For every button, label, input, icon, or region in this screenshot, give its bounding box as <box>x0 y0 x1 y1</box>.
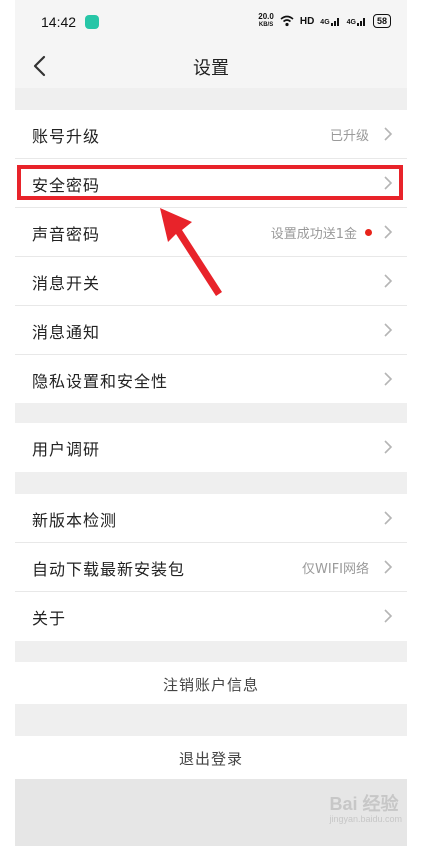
status-indicators: 20.0 KB/S HD 4G 4G 58 <box>258 13 391 29</box>
chevron-right-icon <box>384 176 393 190</box>
settings-item-value: 已升级 <box>329 129 369 144</box>
settings-item-label: 消息开关 <box>32 274 101 293</box>
section-gap <box>15 704 407 736</box>
chevron-right-icon <box>384 440 393 454</box>
settings-item-label: 消息通知 <box>32 323 101 342</box>
settings-item-about[interactable]: 关于 <box>15 592 407 641</box>
signal-2-label: 4G <box>346 19 356 26</box>
settings-item-label: 隐私设置和安全性 <box>32 372 169 391</box>
settings-item-label: 账号升级 <box>32 127 101 146</box>
settings-item-label: 安全密码 <box>32 176 101 195</box>
section-gap <box>15 403 407 423</box>
settings-item-label: 关于 <box>32 609 67 628</box>
network-speed-value: 20.0 <box>258 12 274 21</box>
settings-item-voice-password[interactable]: 声音密码 设置成功送1金 <box>15 208 407 257</box>
cancel-account-button[interactable]: 注销账户信息 <box>15 662 407 704</box>
baidu-watermark: Bai 经验 jingyan.baidu.com <box>329 790 402 824</box>
network-speed-unit: KB/S <box>258 22 274 28</box>
chevron-right-icon <box>384 274 393 288</box>
settings-item-security-password[interactable]: 安全密码 <box>15 159 407 208</box>
settings-group-account: 账号升级 已升级 安全密码 声音密码 设置成功送1金 消息开关 消息通知 隐私设… <box>15 110 407 404</box>
settings-item-message-switch[interactable]: 消息开关 <box>15 257 407 306</box>
settings-item-label: 自动下载最新安装包 <box>32 560 186 579</box>
settings-item-privacy[interactable]: 隐私设置和安全性 <box>15 355 407 404</box>
settings-item-value: 设置成功送1金 <box>270 227 357 242</box>
app-notification-icon <box>85 15 99 29</box>
signal-1-label: 4G <box>320 19 330 26</box>
signal-icon-1: 4G <box>320 16 340 26</box>
red-dot-badge <box>365 229 372 236</box>
settings-item-label: 用户调研 <box>32 440 101 459</box>
chevron-right-icon <box>384 323 393 337</box>
chevron-right-icon <box>384 372 393 386</box>
wifi-icon <box>280 15 294 27</box>
settings-group-app: 新版本检测 自动下载最新安装包 仅WIFI网络 关于 <box>15 494 407 641</box>
section-gap <box>15 641 407 662</box>
settings-group-research: 用户调研 <box>15 423 407 472</box>
settings-item-label: 新版本检测 <box>32 511 118 530</box>
chevron-right-icon <box>384 225 393 239</box>
nav-bar: 设置 <box>15 44 407 88</box>
chevron-right-icon <box>384 511 393 525</box>
logout-label: 退出登录 <box>178 750 243 768</box>
cancel-account-label: 注销账户信息 <box>162 676 259 694</box>
page-title: 设置 <box>193 58 229 79</box>
chevron-right-icon <box>384 560 393 574</box>
watermark-text: Bai 经验 <box>329 794 399 814</box>
settings-item-label: 声音密码 <box>32 225 101 244</box>
signal-icon-2: 4G <box>347 16 367 26</box>
chevron-right-icon <box>384 127 393 141</box>
settings-item-value: 仅WIFI网络 <box>302 562 369 577</box>
network-speed: 20.0 KB/S <box>258 13 274 29</box>
watermark-url: jingyan.baidu.com <box>329 814 402 824</box>
settings-item-user-research[interactable]: 用户调研 <box>15 423 407 472</box>
status-time: 14:42 <box>41 14 77 30</box>
settings-item-auto-download[interactable]: 自动下载最新安装包 仅WIFI网络 <box>15 543 407 592</box>
section-gap <box>15 88 407 110</box>
hd-label: HD <box>299 15 315 27</box>
chevron-right-icon <box>384 609 393 623</box>
settings-item-account-upgrade[interactable]: 账号升级 已升级 <box>15 110 407 159</box>
logout-button[interactable]: 退出登录 <box>15 736 407 778</box>
section-gap <box>15 472 407 494</box>
battery-icon: 58 <box>372 14 391 28</box>
settings-item-message-notification[interactable]: 消息通知 <box>15 306 407 355</box>
settings-item-version-check[interactable]: 新版本检测 <box>15 494 407 543</box>
status-bar: 14:42 20.0 KB/S HD 4G 4G 58 <box>15 0 407 44</box>
